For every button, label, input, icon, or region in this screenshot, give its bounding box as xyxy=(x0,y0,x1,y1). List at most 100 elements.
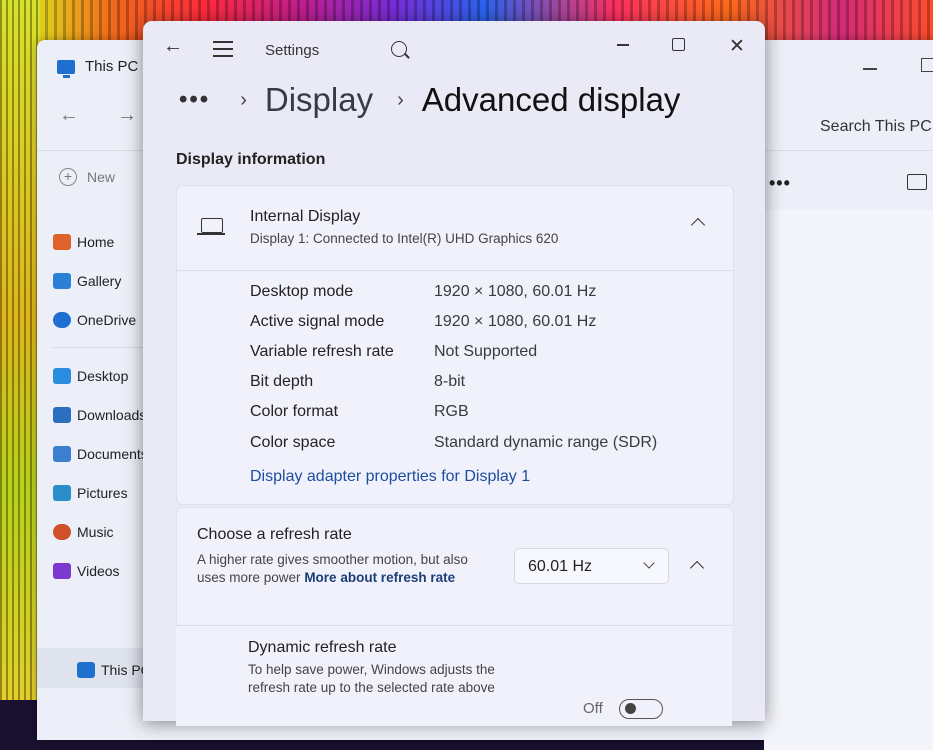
breadcrumb-display-link[interactable]: Display xyxy=(265,81,373,119)
window-title: Settings xyxy=(265,42,320,59)
computer-icon xyxy=(57,59,75,78)
more-about-refresh-link[interactable]: More about refresh rate xyxy=(304,570,455,585)
sidebar-item-label: Home xyxy=(77,233,115,250)
explorer-search-input[interactable]: Search This PC xyxy=(820,118,932,136)
desktop-wallpaper-left xyxy=(0,0,40,700)
desktop-icon xyxy=(53,367,71,384)
details-pane-icon[interactable] xyxy=(907,174,927,190)
chevron-up-icon[interactable] xyxy=(689,560,705,576)
sidebar-item-onedrive[interactable]: OneDrive xyxy=(53,300,143,339)
explorer-title: This PC xyxy=(57,58,139,78)
cloud-icon xyxy=(53,311,71,328)
sidebar-item-pictures[interactable]: Pictures xyxy=(53,473,143,512)
breadcrumb: ••• › Display › Advanced display xyxy=(179,81,680,119)
toggle-knob xyxy=(625,703,636,714)
hamburger-menu-icon[interactable] xyxy=(213,41,233,62)
explorer-title-label: This PC xyxy=(85,58,139,75)
laptop-icon xyxy=(197,218,225,235)
info-key: Color space xyxy=(250,434,336,451)
maximize-button[interactable] xyxy=(672,38,685,51)
info-key: Bit depth xyxy=(250,373,314,390)
refresh-rate-description: A higher rate gives smoother motion, but… xyxy=(197,551,497,587)
plus-icon: + xyxy=(59,168,77,186)
sidebar-item-documents[interactable]: Documents xyxy=(53,434,148,473)
music-icon xyxy=(53,523,71,540)
close-button[interactable]: ✕ xyxy=(729,35,745,58)
explorer-content-area xyxy=(764,210,933,750)
info-key: Active signal mode xyxy=(250,313,385,330)
sidebar-item-label: Gallery xyxy=(77,272,122,289)
info-row: Active signal mode 1920 × 1080, 60.01 Hz xyxy=(250,313,596,341)
search-icon[interactable] xyxy=(391,41,407,57)
sidebar-item-home[interactable]: Home xyxy=(53,222,143,261)
chevron-down-icon xyxy=(643,557,655,569)
dynamic-refresh-title: Dynamic refresh rate xyxy=(248,639,397,656)
sidebar-item-label: Desktop xyxy=(77,367,129,384)
sidebar-item-label: Pictures xyxy=(77,484,128,501)
sidebar-item-label: Videos xyxy=(77,562,120,579)
info-value: 1920 × 1080, 60.01 Hz xyxy=(434,313,597,330)
info-key: Variable refresh rate xyxy=(250,343,394,360)
dynamic-refresh-description: To help save power, Windows adjusts the … xyxy=(248,662,495,695)
sidebar-item-videos[interactable]: Videos xyxy=(53,551,143,590)
chevron-right-icon: › xyxy=(240,88,247,111)
page-title: Advanced display xyxy=(421,81,681,118)
sidebar-item-label: Documents xyxy=(77,445,148,462)
documents-icon xyxy=(53,445,71,462)
sidebar-separator xyxy=(53,347,153,348)
download-icon xyxy=(53,406,71,423)
info-value: RGB xyxy=(434,403,469,420)
info-row: Color format RGB xyxy=(250,403,469,431)
forward-arrow-icon[interactable]: → xyxy=(117,104,137,127)
sidebar-item-label: Music xyxy=(77,523,114,540)
info-row: Bit depth 8-bit xyxy=(250,373,465,401)
display-subtitle: Display 1: Connected to Intel(R) UHD Gra… xyxy=(250,231,559,246)
home-icon xyxy=(53,233,71,250)
sidebar-item-music[interactable]: Music xyxy=(53,512,143,551)
display-name: Internal Display xyxy=(250,208,361,225)
toggle-state-label: Off xyxy=(583,700,603,717)
breadcrumb-more-button[interactable]: ••• xyxy=(179,86,210,114)
pictures-icon xyxy=(53,484,71,501)
info-value: 1920 × 1080, 60.01 Hz xyxy=(434,283,597,300)
settings-window[interactable]: ← Settings ✕ ••• › Display › Advanced di… xyxy=(143,21,765,726)
more-options-icon[interactable]: ••• xyxy=(769,173,791,194)
display-info-header[interactable]: Internal Display Display 1: Connected to… xyxy=(177,186,733,271)
info-row: Variable refresh rate Not Supported xyxy=(250,343,537,371)
dynamic-refresh-toggle[interactable] xyxy=(619,699,663,719)
computer-icon xyxy=(77,661,95,678)
dynamic-refresh-card: Dynamic refresh rate To help save power,… xyxy=(176,625,732,726)
refresh-rate-title: Choose a refresh rate xyxy=(197,526,352,543)
back-arrow-icon[interactable]: ← xyxy=(59,104,79,127)
videos-icon xyxy=(53,562,71,579)
display-info-card: Internal Display Display 1: Connected to… xyxy=(176,185,734,505)
refresh-rate-dropdown[interactable]: 60.01 Hz xyxy=(514,548,669,584)
section-title: Display information xyxy=(176,151,326,168)
chevron-up-icon[interactable] xyxy=(690,217,706,233)
sidebar-item-gallery[interactable]: Gallery xyxy=(53,261,143,300)
info-value: 8-bit xyxy=(434,373,466,390)
refresh-rate-value: 60.01 Hz xyxy=(528,558,593,575)
info-value: Not Supported xyxy=(434,343,538,360)
sidebar-item-label: Downloads xyxy=(77,406,147,423)
gallery-icon xyxy=(53,272,71,289)
display-adapter-properties-link[interactable]: Display adapter properties for Display 1 xyxy=(250,468,530,486)
chevron-right-icon: › xyxy=(397,88,404,111)
sidebar-item-downloads[interactable]: Downloads xyxy=(53,395,147,434)
info-row: Desktop mode 1920 × 1080, 60.01 Hz xyxy=(250,283,596,311)
explorer-minimize-button[interactable] xyxy=(863,68,877,70)
sidebar-item-desktop[interactable]: Desktop xyxy=(53,356,143,395)
minimize-button[interactable] xyxy=(617,44,629,46)
sidebar-item-label: OneDrive xyxy=(77,311,137,328)
new-button-label: New xyxy=(87,169,116,185)
back-arrow-icon[interactable]: ← xyxy=(163,35,183,58)
sidebar-item-this-pc-inner: This PC xyxy=(77,650,151,689)
info-key: Desktop mode xyxy=(250,283,354,300)
explorer-maximize-button[interactable] xyxy=(921,58,933,72)
explorer-sidebar: Home Gallery OneDrive Desktop Downloads … xyxy=(53,222,153,590)
sidebar-item-this-pc[interactable]: This PC xyxy=(37,648,157,688)
info-key: Color format xyxy=(250,403,339,420)
refresh-rate-card: Choose a refresh rate A higher rate give… xyxy=(176,507,734,627)
info-value: Standard dynamic range (SDR) xyxy=(434,434,658,451)
new-button[interactable]: + New xyxy=(59,168,115,186)
